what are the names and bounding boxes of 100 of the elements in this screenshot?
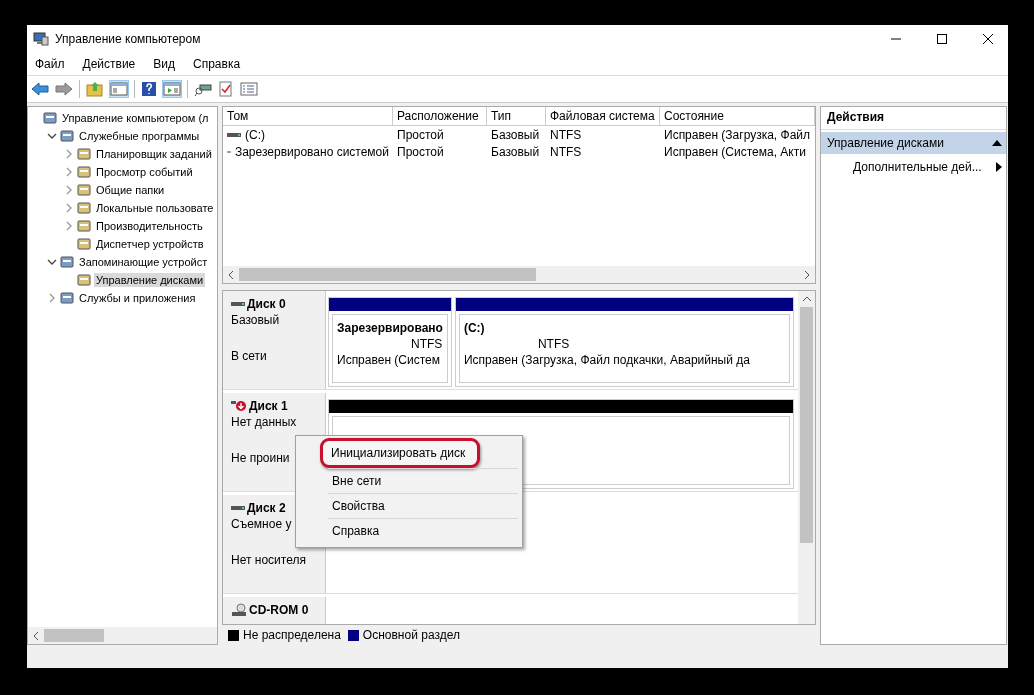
collapse-chevron-icon[interactable]	[47, 131, 57, 141]
maximize-icon[interactable]	[936, 32, 948, 45]
forward-arrow-icon[interactable]	[55, 82, 73, 96]
table-cell: NTFS	[550, 144, 582, 159]
partition-title: Зарезервировано	[337, 321, 443, 335]
tree-item[interactable]: Служебные программы	[77, 129, 202, 143]
file-system: NTFS	[411, 337, 443, 351]
section-title: Управление дисками	[827, 136, 944, 150]
tree-item[interactable]: Запоминающие устройст	[77, 255, 210, 269]
file-system: NTFS	[537, 337, 570, 351]
snap-in-icon	[76, 236, 92, 252]
horizontal-scrollbar[interactable]	[223, 266, 815, 283]
magnifier-icon[interactable]	[194, 81, 212, 97]
window-title: Управление компьютером	[55, 31, 201, 46]
column-header[interactable]: Том	[223, 107, 393, 125]
table-cell: Базовый	[491, 144, 540, 159]
expand-chevron-icon[interactable]	[64, 221, 74, 231]
snap-in-icon	[76, 272, 92, 288]
computer-icon	[33, 30, 49, 47]
disk-name: Диск 0	[247, 297, 286, 311]
horizontal-scrollbar[interactable]	[28, 627, 217, 644]
partition-title: (C:)	[463, 321, 486, 335]
disk-name: Диск 1	[249, 399, 288, 413]
expand-chevron-icon[interactable]	[64, 149, 74, 159]
column-header[interactable]: Состояние	[660, 107, 815, 125]
column-header[interactable]: Файловая система	[546, 107, 660, 125]
console-tree-icon[interactable]	[110, 81, 128, 97]
expand-chevron-icon[interactable]	[64, 203, 74, 213]
vertical-scrollbar[interactable]	[798, 291, 815, 624]
collapse-chevron-icon[interactable]	[47, 257, 57, 267]
disk-info: Съемное у	[231, 517, 293, 531]
column-header[interactable]: Тип	[487, 107, 546, 125]
partition-status: Исправен (Систем	[337, 353, 441, 367]
close-icon[interactable]	[982, 32, 994, 45]
submenu-arrow-icon	[996, 162, 1002, 172]
tree-item[interactable]: Управление дисками	[94, 273, 206, 287]
snap-in-icon	[59, 290, 75, 306]
disk-info: Не проини	[231, 451, 291, 465]
tree-item[interactable]: Общие папки	[94, 183, 167, 197]
checklist-icon[interactable]	[218, 81, 234, 97]
disk-name: CD-ROM 0	[249, 603, 309, 617]
table-cell: NTFS	[550, 127, 582, 142]
folder-up-icon[interactable]	[86, 81, 104, 97]
snap-in-icon	[59, 254, 75, 270]
cd-drive-icon	[231, 603, 247, 617]
table-cell: Исправен (Система, Акти	[664, 144, 806, 159]
scroll-left-icon[interactable]	[32, 630, 40, 641]
partition-box[interactable]: Зарезервировано NTFS Исправен (Систем	[332, 314, 448, 383]
partition-status: Исправен (Загрузка, Файл подкачки, Аварийный да	[463, 353, 751, 367]
tree-item[interactable]: Службы и приложения	[77, 291, 198, 305]
tree-item[interactable]: Управление компьютером (л	[60, 111, 211, 125]
table-cell: Простой	[397, 144, 444, 159]
pane-title: Действия	[821, 107, 1006, 130]
menu-item[interactable]: Действие	[82, 56, 136, 71]
table-cell: (C:)	[245, 127, 265, 142]
expand-chevron-icon[interactable]	[64, 185, 74, 195]
scroll-up-icon[interactable]	[801, 295, 812, 303]
scroll-left-icon[interactable]	[227, 269, 235, 280]
back-arrow-icon[interactable]	[31, 82, 49, 96]
table-cell: Зарезервировано системой	[234, 144, 389, 159]
tree-item[interactable]: Диспетчер устройств	[94, 237, 206, 251]
disk-error-icon	[231, 400, 247, 412]
disk-name: Диск 2	[247, 501, 286, 515]
table-cell: Базовый	[491, 127, 540, 142]
actions-section[interactable]: Управление дисками	[821, 132, 1006, 154]
tree-item[interactable]: Производительность	[94, 219, 205, 233]
snap-in-icon	[76, 164, 92, 180]
snap-in-icon	[42, 110, 58, 126]
collapse-icon[interactable]	[992, 140, 1002, 146]
disk-label-panel[interactable]: Диск 0 Базовый В сети	[223, 291, 326, 389]
expand-chevron-icon[interactable]	[64, 167, 74, 177]
table-cell: Простой	[397, 127, 444, 142]
drive-icon	[227, 131, 241, 138]
help-icon[interactable]	[141, 81, 157, 97]
column-header[interactable]: Расположение	[393, 107, 487, 125]
menu-item[interactable]: Файл	[35, 56, 65, 71]
snap-in-icon	[76, 146, 92, 162]
tree-item[interactable]: Просмотр событий	[94, 165, 195, 179]
disk-info: Нет данных	[231, 415, 298, 429]
disk-label-panel[interactable]: CD-ROM 0	[223, 597, 326, 624]
properties-icon[interactable]	[240, 81, 258, 97]
tree-item[interactable]: Локальные пользовате	[94, 201, 216, 215]
snap-in-icon	[76, 218, 92, 234]
scroll-right-icon[interactable]	[803, 269, 811, 280]
disk-info: Нет носителя	[231, 553, 307, 567]
tree-item[interactable]: Планировщик заданий	[94, 147, 214, 161]
disk-info: В сети	[231, 349, 268, 363]
snap-in-icon	[59, 128, 75, 144]
action-pane-icon[interactable]	[163, 81, 181, 97]
menu-item[interactable]: Справка	[193, 56, 241, 71]
menu-item[interactable]: Инициализировать диск	[320, 438, 480, 468]
disk-info: Базовый	[231, 313, 281, 327]
menu-item[interactable]: Вид	[153, 56, 175, 71]
expand-chevron-icon[interactable]	[47, 293, 57, 303]
legend-label: Не распределена	[243, 628, 341, 642]
snap-in-icon	[76, 200, 92, 216]
partition-box[interactable]: (C:) NTFS Исправен (Загрузка, Файл подкачки, Аварийный да	[458, 314, 790, 383]
snap-in-icon	[76, 182, 92, 198]
legend-label: Основной раздел	[362, 628, 460, 642]
action-link[interactable]: Дополнительные дей...	[853, 160, 982, 174]
